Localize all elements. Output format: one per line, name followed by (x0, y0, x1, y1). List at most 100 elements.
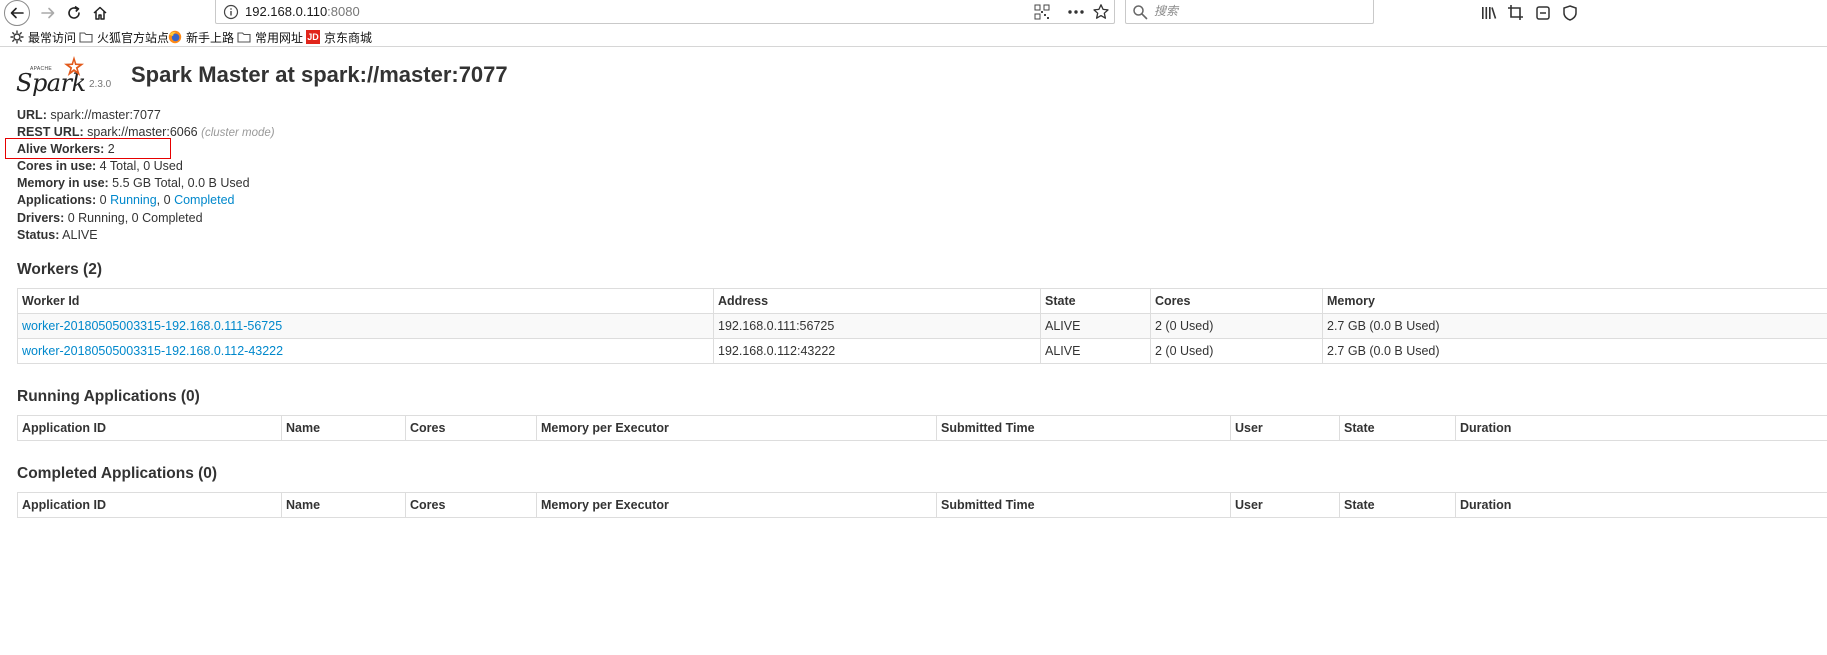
col-memory-per-executor[interactable]: Memory per Executor (536, 415, 937, 441)
running-apps-title[interactable]: Running Applications (0) (17, 388, 200, 406)
col-memory[interactable]: Memory (1322, 288, 1827, 314)
status-label: Status: (17, 227, 60, 242)
bookmark-firefox-official[interactable]: 火狐官方站点 (79, 29, 169, 45)
screenshot-icon[interactable] (1507, 4, 1525, 22)
col-user[interactable]: User (1230, 492, 1340, 518)
search-bar[interactable] (1125, 0, 1374, 24)
folder-icon (79, 32, 93, 43)
gear-icon (10, 30, 24, 44)
info-memory: Memory in use: 5.5 GB Total, 0.0 B Used (17, 175, 275, 192)
url-bar[interactable]: 192.168.0.110:8080 (215, 0, 1115, 24)
rest-url-label: REST URL: (17, 125, 84, 140)
search-icon (1133, 5, 1148, 20)
forward-button[interactable] (36, 1, 60, 25)
info-cores: Cores in use: 4 Total, 0 Used (17, 158, 275, 175)
memory-value: 5.5 GB Total, 0.0 B Used (112, 176, 250, 191)
search-input[interactable] (1152, 2, 1362, 20)
url-value: spark://master:7077 (50, 108, 161, 122)
url-text[interactable]: 192.168.0.110:8080 (245, 4, 360, 19)
reload-icon (68, 5, 80, 19)
firefox-icon (168, 30, 182, 44)
running-apps-link[interactable]: Running (110, 193, 157, 207)
col-state[interactable]: State (1040, 288, 1151, 314)
col-cores[interactable]: Cores (1150, 288, 1323, 314)
col-cores[interactable]: Cores (405, 415, 537, 441)
workers-table: Worker Id Address State Cores Memory wor… (17, 288, 1827, 364)
reload-button[interactable] (62, 1, 86, 25)
url-label: URL: (17, 108, 47, 122)
worker-address: 192.168.0.112:43222 (713, 338, 1041, 364)
col-user[interactable]: User (1230, 415, 1340, 441)
drivers-value: 0 Running, 0 Completed (67, 210, 203, 225)
bookmark-jd[interactable]: JD 京东商城 (306, 29, 372, 45)
table-header-row: Application ID Name Cores Memory per Exe… (17, 492, 1827, 518)
col-state[interactable]: State (1339, 415, 1456, 441)
completed-apps-title[interactable]: Completed Applications (0) (17, 465, 217, 483)
info-drivers: Drivers: 0 Running, 0 Completed (17, 210, 275, 227)
worker-state: ALIVE (1040, 338, 1151, 364)
bookmark-getting-started[interactable]: 新手上路 (168, 29, 234, 45)
home-icon (93, 6, 107, 20)
col-submitted-time[interactable]: Submitted Time (936, 492, 1231, 518)
col-duration[interactable]: Duration (1455, 492, 1827, 518)
arrow-left-icon (10, 7, 24, 19)
worker-id-cell: worker-20180505003315-192.168.0.111-5672… (17, 313, 714, 339)
col-name[interactable]: Name (281, 492, 406, 518)
url-host: 192.168.0.110 (245, 4, 328, 19)
table-row: worker-20180505003315-192.168.0.112-4322… (17, 338, 1827, 364)
rest-url-value: spark://master:6066 (87, 125, 198, 140)
bookmark-label: 火狐官方站点 (97, 30, 170, 45)
col-name[interactable]: Name (281, 415, 406, 441)
browser-toolbar: 192.168.0.110:8080 (0, 0, 1827, 26)
col-application-id[interactable]: Application ID (17, 492, 282, 518)
info-icon[interactable] (223, 4, 239, 20)
bookmark-label: 京东商城 (324, 30, 373, 45)
col-state[interactable]: State (1339, 492, 1456, 518)
col-cores[interactable]: Cores (405, 492, 537, 518)
cores-label: Cores in use: (17, 159, 97, 174)
info-url: URL: spark://master:7077 (17, 107, 275, 124)
home-button[interactable] (88, 1, 112, 25)
bookmark-most-visited[interactable]: 最常访问 (10, 29, 76, 45)
library-icon[interactable] (1480, 4, 1498, 22)
star-icon[interactable] (1092, 3, 1110, 21)
completed-apps-table: Application ID Name Cores Memory per Exe… (17, 492, 1827, 518)
applications-label: Applications: (17, 193, 97, 208)
arrow-right-icon (41, 7, 55, 19)
spark-version: 2.3.0 (89, 79, 112, 90)
worker-link[interactable]: worker-20180505003315-192.168.0.111-5672… (22, 319, 282, 333)
col-memory-per-executor[interactable]: Memory per Executor (536, 492, 937, 518)
col-worker-id[interactable]: Worker Id (17, 288, 714, 314)
info-applications: Applications: 0 Running, 0 Completed (17, 192, 275, 209)
folder-icon (237, 32, 251, 43)
cluster-summary: URL: spark://master:7077 REST URL: spark… (17, 107, 275, 244)
back-button[interactable] (4, 0, 30, 26)
workers-title[interactable]: Workers (2) (17, 261, 102, 279)
completed-apps-link[interactable]: Completed (174, 193, 234, 207)
qr-code-icon[interactable] (1034, 4, 1050, 20)
drivers-label: Drivers: (17, 210, 65, 225)
col-submitted-time[interactable]: Submitted Time (936, 415, 1231, 441)
worker-memory: 2.7 GB (0.0 B Used) (1322, 338, 1827, 364)
col-address[interactable]: Address (713, 288, 1041, 314)
worker-link[interactable]: worker-20180505003315-192.168.0.112-4322… (22, 344, 283, 358)
more-icon[interactable] (1066, 4, 1086, 20)
bookmark-label: 新手上路 (186, 30, 235, 45)
sync-icon[interactable] (1534, 4, 1552, 22)
bookmark-common-sites[interactable]: 常用网址 (237, 29, 303, 45)
col-duration[interactable]: Duration (1455, 415, 1827, 441)
table-row: worker-20180505003315-192.168.0.111-5672… (17, 313, 1827, 339)
bookmark-label: 常用网址 (255, 30, 304, 45)
worker-memory: 2.7 GB (0.0 B Used) (1322, 313, 1827, 339)
shield-icon[interactable] (1561, 4, 1579, 22)
table-header-row: Worker Id Address State Cores Memory (17, 288, 1827, 314)
worker-address: 192.168.0.111:56725 (713, 313, 1041, 339)
rest-url-mode: (cluster mode) (201, 127, 275, 140)
jd-icon: JD (306, 30, 320, 44)
memory-label: Memory in use: (17, 176, 109, 191)
col-application-id[interactable]: Application ID (17, 415, 282, 441)
status-value: ALIVE (62, 227, 98, 242)
info-status: Status: ALIVE (17, 227, 275, 244)
running-apps-count: 0 (99, 193, 107, 208)
bookmark-label: 最常访问 (28, 30, 77, 45)
